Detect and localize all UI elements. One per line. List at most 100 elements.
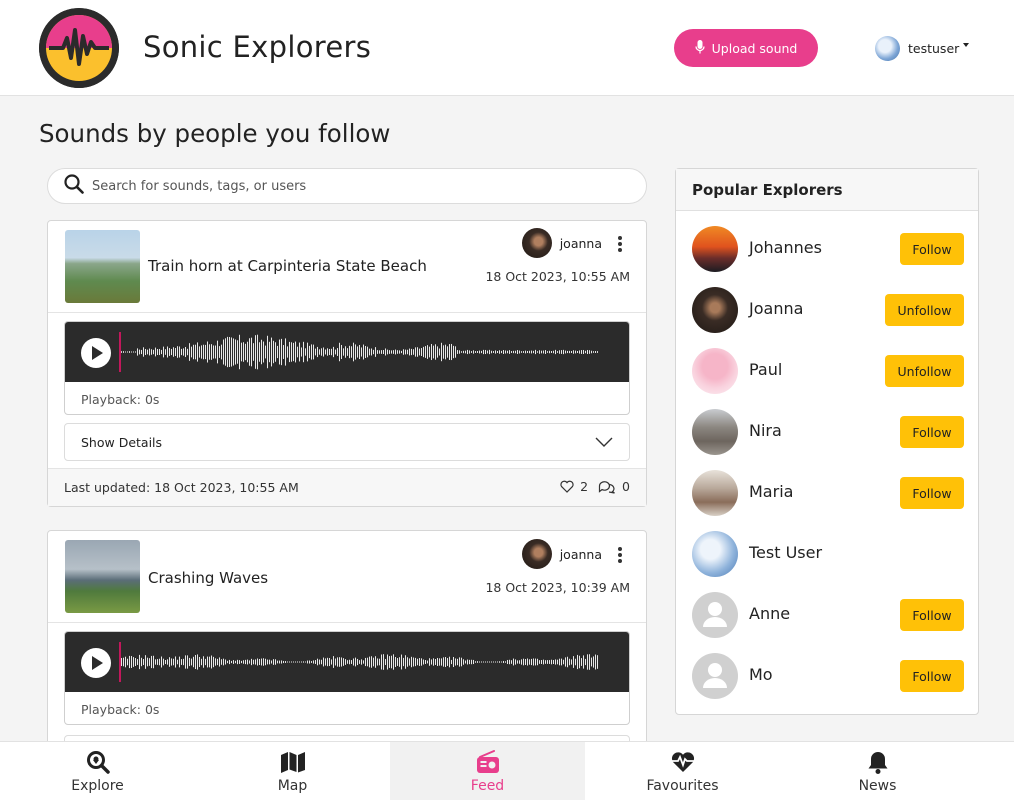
like-button[interactable]: 2: [560, 479, 588, 494]
nav-map[interactable]: Map: [195, 742, 390, 800]
follow-button[interactable]: Follow: [900, 599, 964, 631]
nav-news-label: News: [858, 778, 897, 794]
top-bar: Sonic Explorers Upload sound testuser: [0, 0, 1014, 96]
audio-player: Playback: 0s: [64, 631, 630, 725]
nav-explore-label: Explore: [71, 778, 124, 794]
explorer-name[interactable]: Nira: [749, 421, 782, 440]
avatar: [692, 470, 738, 516]
avatar: [692, 409, 738, 455]
waveform-area[interactable]: [65, 632, 629, 692]
search-icon: [64, 174, 84, 198]
sound-author[interactable]: joanna: [521, 539, 602, 569]
explorer-name[interactable]: Paul: [749, 360, 782, 379]
heart-icon: [560, 480, 574, 493]
avatar: [875, 35, 900, 61]
nav-favourites[interactable]: Favourites: [585, 742, 780, 800]
explorer-item[interactable]: Maria Follow: [692, 470, 964, 516]
nav-news[interactable]: News: [780, 742, 975, 800]
unfollow-button[interactable]: Unfollow: [885, 355, 964, 387]
sound-author[interactable]: joanna: [521, 228, 602, 258]
sound-title[interactable]: Crashing Waves: [148, 569, 268, 587]
avatar: [521, 228, 552, 258]
explorer-name[interactable]: Johannes: [749, 238, 822, 257]
search-location-icon: [86, 750, 110, 774]
page-title: Sounds by people you follow: [39, 119, 391, 148]
play-button[interactable]: [81, 338, 111, 368]
search-input[interactable]: [92, 178, 612, 194]
unfollow-button[interactable]: Unfollow: [885, 294, 964, 326]
follow-button[interactable]: Follow: [900, 477, 964, 509]
nav-feed[interactable]: Feed: [390, 742, 585, 800]
popular-explorers-panel: Popular Explorers Johannes Follow Joanna…: [675, 168, 979, 715]
author-name: joanna: [559, 546, 602, 562]
show-details-toggle[interactable]: Show Details: [64, 423, 630, 461]
sound-date: 18 Oct 2023, 10:39 AM: [485, 580, 630, 595]
follow-button[interactable]: Follow: [900, 660, 964, 692]
like-count: 2: [580, 479, 589, 494]
explorer-item[interactable]: Nira Follow: [692, 409, 964, 455]
comment-button[interactable]: 0: [598, 479, 630, 494]
avatar: [692, 287, 738, 333]
comment-count: 0: [622, 479, 630, 494]
nav-map-label: Map: [277, 778, 308, 794]
sound-card: Crashing Waves joanna 18 Oct 2023, 10:39…: [47, 530, 647, 773]
search-bar: [47, 168, 647, 204]
sound-title[interactable]: Train horn at Carpinteria State Beach: [148, 257, 427, 275]
last-updated: Last updated: 18 Oct 2023, 10:55 AM: [64, 480, 299, 495]
explorer-item[interactable]: Joanna Unfollow: [692, 287, 964, 333]
explorer-item[interactable]: Paul Unfollow: [692, 348, 964, 394]
explorer-item[interactable]: Anne Follow: [692, 592, 964, 638]
sound-thumbnail[interactable]: [65, 540, 140, 613]
avatar: [692, 226, 738, 272]
play-button[interactable]: [81, 648, 111, 678]
comments-icon: [598, 480, 615, 494]
explorer-name[interactable]: Maria: [749, 482, 793, 501]
default-avatar-icon: [692, 592, 738, 638]
bell-icon: [868, 750, 888, 774]
follow-button[interactable]: Follow: [900, 233, 964, 265]
nav-favourites-label: Favourites: [646, 778, 719, 794]
sound-card: Train horn at Carpinteria State Beach jo…: [47, 220, 647, 507]
sound-card-footer: Last updated: 18 Oct 2023, 10:55 AM 2 0: [48, 468, 646, 506]
sound-date: 18 Oct 2023, 10:55 AM: [485, 269, 630, 284]
audio-player: Playback: 0s: [64, 321, 630, 415]
upload-sound-button[interactable]: Upload sound: [674, 29, 818, 67]
avatar: [692, 348, 738, 394]
sound-thumbnail[interactable]: [65, 230, 140, 303]
upload-sound-label: Upload sound: [711, 40, 798, 56]
bottom-navigation: Explore Map Feed Favourites News: [0, 741, 1014, 800]
explorer-item[interactable]: Mo Follow: [692, 653, 964, 699]
playback-time: Playback: 0s: [81, 702, 160, 717]
caret-down-icon: [963, 43, 970, 47]
radio-icon: [476, 750, 500, 774]
more-options-icon[interactable]: [616, 547, 624, 563]
nav-explore[interactable]: Explore: [0, 742, 195, 800]
playback-time: Playback: 0s: [81, 392, 160, 407]
avatar: [521, 539, 552, 569]
nav-feed-label: Feed: [470, 778, 505, 794]
sound-card-header: Crashing Waves joanna 18 Oct 2023, 10:39…: [48, 531, 646, 623]
sound-card-header: Train horn at Carpinteria State Beach jo…: [48, 221, 646, 313]
explorer-name[interactable]: Mo: [749, 665, 773, 684]
chevron-down-icon: [595, 437, 613, 447]
default-avatar-icon: [692, 653, 738, 699]
username: testuser: [908, 40, 960, 56]
more-options-icon[interactable]: [616, 236, 624, 252]
waveform[interactable]: [121, 642, 599, 682]
app-logo[interactable]: [39, 8, 119, 88]
map-icon: [280, 750, 306, 774]
heartbeat-icon: [670, 750, 696, 774]
explorer-item[interactable]: Johannes Follow: [692, 226, 964, 272]
user-menu[interactable]: testuser: [875, 35, 970, 61]
explorer-item[interactable]: Test User: [692, 531, 964, 577]
explorer-name[interactable]: Anne: [749, 604, 790, 623]
explorer-name[interactable]: Test User: [749, 543, 822, 562]
avatar: [692, 531, 738, 577]
popular-explorers-title: Popular Explorers: [676, 169, 978, 211]
follow-button[interactable]: Follow: [900, 416, 964, 448]
explorer-name[interactable]: Joanna: [749, 299, 803, 318]
waveform[interactable]: [121, 332, 599, 372]
waveform-area[interactable]: [65, 322, 629, 382]
author-name: joanna: [559, 235, 602, 251]
microphone-icon: [694, 39, 705, 57]
